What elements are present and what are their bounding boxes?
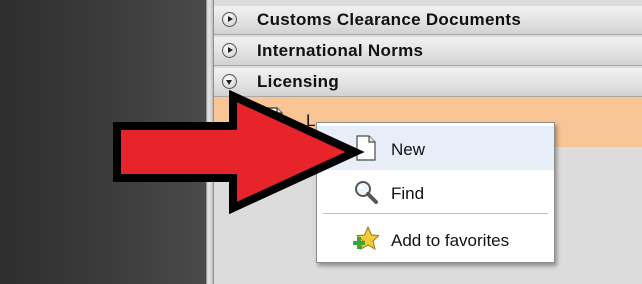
expand-icon[interactable] — [222, 12, 237, 27]
expand-icon[interactable] — [222, 43, 237, 58]
collapse-icon[interactable] — [222, 74, 237, 89]
menu-item-label: New — [391, 140, 426, 159]
section-title: Customs Clearance Documents — [257, 10, 522, 29]
red-arrow-icon — [113, 90, 365, 214]
section-header-customs-clearance-documents[interactable]: Customs Clearance Documents — [214, 6, 642, 35]
menu-item-label: Add to favorites — [391, 231, 510, 250]
section-header-international-norms[interactable]: International Norms — [214, 37, 642, 66]
section-title: Licensing — [257, 72, 340, 91]
section-title: International Norms — [257, 41, 424, 60]
menu-item-add-to-favorites[interactable]: Add to favorites — [317, 217, 554, 261]
menu-item-label: Find — [391, 184, 425, 203]
star-plus-icon — [353, 226, 379, 251]
